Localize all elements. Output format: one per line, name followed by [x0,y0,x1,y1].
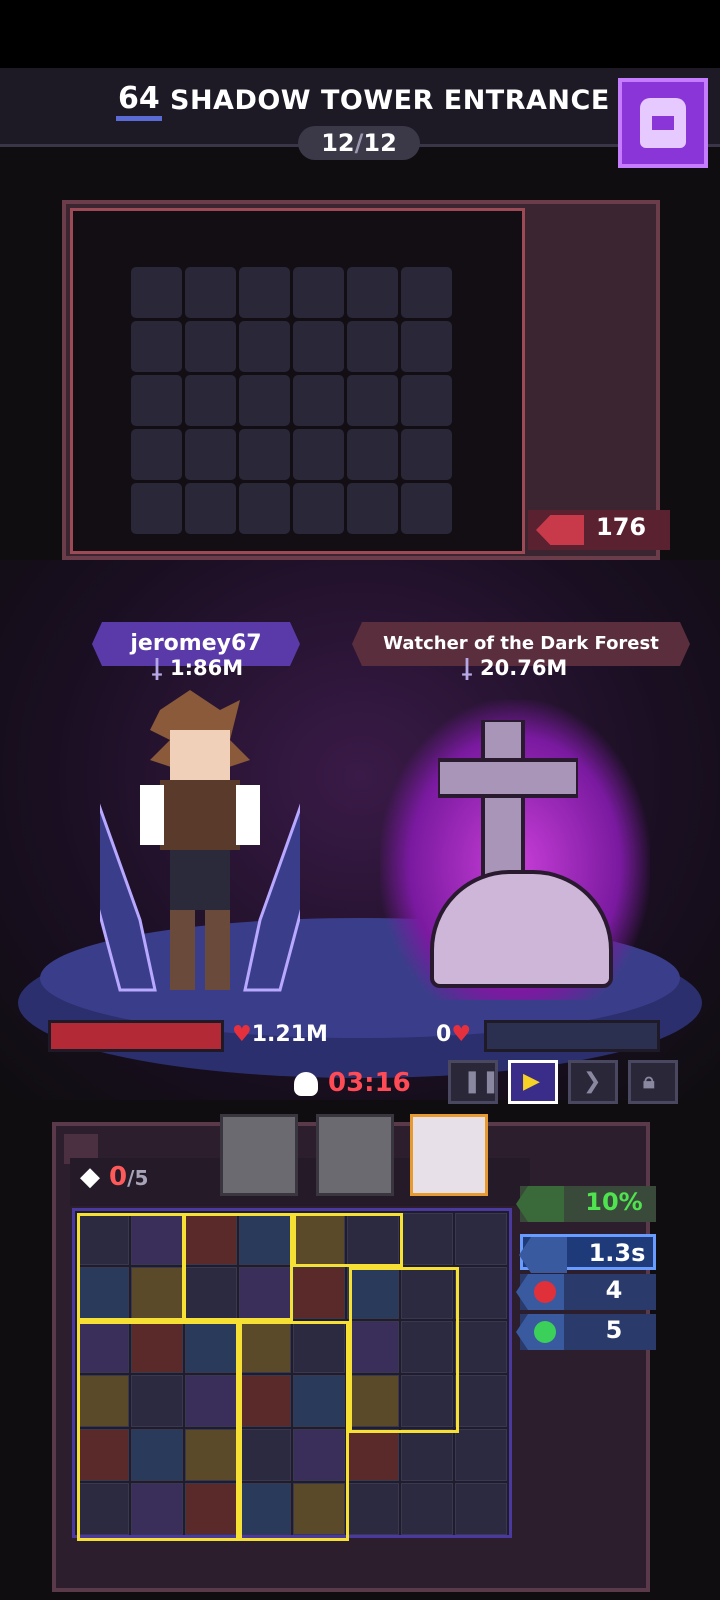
backpack-button[interactable] [618,78,708,168]
synergy-highlight [239,1321,349,1541]
backpack-slot[interactable] [455,1213,507,1265]
loot-slot[interactable] [239,483,290,534]
stage-progress: 12/12 [298,126,420,160]
play-icon: ▶ [523,1069,540,1094]
loot-slot[interactable] [347,375,398,426]
heart-icon: ♥ [232,1022,252,1047]
lock-icon: 🔒︎ [643,1069,655,1094]
player-hp-bar [48,1020,224,1052]
loot-slot[interactable] [293,321,344,372]
gem-counter: ◆ 0/5 [80,1162,149,1192]
fast-forward-button[interactable]: ❯ [568,1060,618,1104]
backpack-slot[interactable] [455,1375,507,1427]
synergy-highlight [349,1267,459,1433]
loot-slot[interactable] [131,429,182,480]
floor-level: 64 [116,82,162,121]
enemy-hp-bar [484,1020,660,1052]
backpack-slot[interactable] [293,1267,345,1319]
sword-icon [152,658,162,680]
page-title: SHADOW TOWER ENTRANCE [170,85,610,116]
backpack-slot[interactable] [347,1429,399,1481]
loot-slot[interactable] [239,267,290,318]
synergy-highlight [77,1321,239,1541]
loot-slot[interactable] [293,429,344,480]
heart-icon: ♥ [451,1022,472,1047]
backpack-icon [640,98,686,148]
player-hp: ♥1.21M [232,1022,328,1047]
enemy-power: 20.76M [460,656,567,680]
stat-damage: 4 [516,1274,656,1310]
play-button[interactable]: ▶ [508,1060,558,1104]
locked-speed-button[interactable]: 🔒︎ [628,1060,678,1104]
player-power: 1:86M [150,656,243,680]
speed-icon [519,1237,567,1273]
stat-regen: 5 [516,1314,656,1350]
hero-character [100,690,300,992]
sword-icon [462,658,472,680]
loot-slot[interactable] [347,321,398,372]
loot-slot[interactable] [239,429,290,480]
loot-slot[interactable] [239,321,290,372]
synergy-highlight [183,1213,293,1321]
backpack-slot[interactable] [455,1429,507,1481]
gold-counter: 176 [528,510,670,550]
loot-slot[interactable] [131,375,182,426]
stat-attack-speed: 1.3s [519,1234,656,1273]
gravestone-cross-icon [438,720,578,890]
loot-slot[interactable] [185,375,236,426]
stage-total: 12 [363,129,397,157]
heal-plus-icon [516,1186,564,1222]
chevron-right-icon: ❯ [583,1069,602,1094]
pause-icon: ❚❚ [463,1069,500,1094]
backpack-slot[interactable] [455,1321,507,1373]
enemy-hp: 0♥ [436,1022,472,1047]
loot-slot[interactable] [347,267,398,318]
gold-count: 176 [596,513,647,541]
ally-portrait-3[interactable] [410,1114,488,1196]
backpack-slot[interactable] [401,1213,453,1265]
loot-slot[interactable] [239,375,290,426]
stage-current: 12 [321,129,355,157]
backpack-slot[interactable] [455,1483,507,1535]
battle-timer: 03:16 [288,1068,438,1102]
loot-slot[interactable] [131,267,182,318]
loot-slot[interactable] [131,483,182,534]
damage-icon [516,1274,564,1310]
regen-heart-icon [516,1314,564,1350]
backpack-slot[interactable] [455,1267,507,1319]
loot-slot[interactable] [401,267,452,318]
loot-slot[interactable] [401,375,452,426]
loot-slot[interactable] [401,483,452,534]
loot-slot[interactable] [401,321,452,372]
loot-slot[interactable] [401,429,452,480]
gold-bag-icon [536,515,584,545]
loot-slot[interactable] [347,429,398,480]
backpack-grid [72,1208,512,1541]
loot-slot[interactable] [131,321,182,372]
ally-portrait-1[interactable] [220,1114,298,1196]
status-bar [0,0,720,68]
synergy-highlight [77,1213,185,1321]
backpack-slot[interactable] [347,1483,399,1535]
ally-portrait-2[interactable] [316,1114,394,1196]
synergy-highlight [293,1213,403,1267]
skull-icon [294,1072,318,1096]
backpack-slot[interactable] [401,1429,453,1481]
loot-slot[interactable] [185,321,236,372]
loot-slot[interactable] [293,375,344,426]
backpack-slot[interactable] [401,1483,453,1535]
loot-slot[interactable] [347,483,398,534]
pause-button[interactable]: ❚❚ [448,1060,500,1104]
loot-grid [70,208,525,554]
loot-slot[interactable] [185,483,236,534]
loot-slot[interactable] [293,483,344,534]
stat-heal: 10% [516,1186,656,1222]
loot-slot[interactable] [185,429,236,480]
loot-slot[interactable] [293,267,344,318]
loot-slot[interactable] [185,267,236,318]
